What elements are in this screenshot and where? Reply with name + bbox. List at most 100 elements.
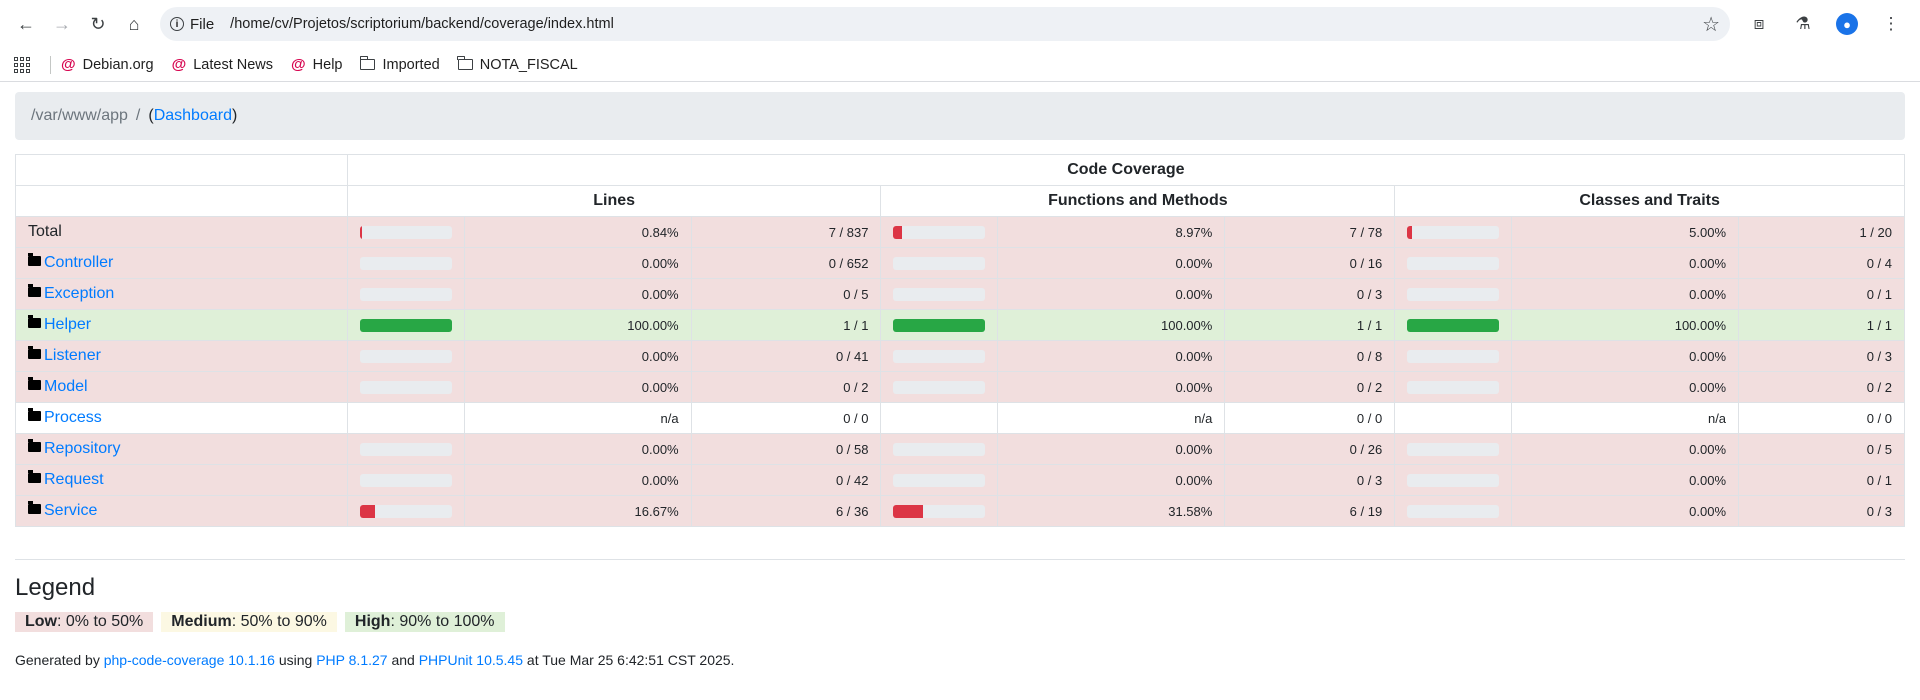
lines-bar-cell bbox=[346, 340, 465, 372]
directory-link[interactable]: Repository bbox=[44, 440, 120, 457]
functions-ratio: 0 / 3 bbox=[1224, 464, 1396, 496]
functions-percent: 0.00% bbox=[997, 433, 1226, 465]
functions-bar-cell bbox=[880, 309, 999, 341]
home-icon[interactable]: ⌂ bbox=[116, 6, 152, 42]
classes-bar-cell bbox=[1394, 216, 1513, 248]
lines-ratio: 0 / 58 bbox=[690, 433, 882, 465]
classes-progress-bar bbox=[1407, 504, 1500, 518]
site-info-label: File bbox=[190, 15, 215, 33]
lines-ratio: 0 / 42 bbox=[690, 464, 882, 496]
address-bar[interactable]: i File /home/cv/Projetos/scriptorium/bac… bbox=[160, 7, 1730, 41]
folder-icon bbox=[28, 377, 41, 390]
bookmark-item[interactable]: @ Debian.org bbox=[61, 56, 154, 73]
functions-progress-bar bbox=[893, 473, 986, 487]
functions-bar-cell bbox=[880, 247, 999, 279]
table-row: Model 0.00% 0 / 2 0.00% 0 / 2 0.00% 0 / 2 bbox=[15, 371, 1905, 403]
profile-avatar-icon[interactable]: ● bbox=[1832, 9, 1862, 39]
legend-title: Legend bbox=[15, 574, 96, 601]
row-name-cell: Helper bbox=[15, 309, 348, 341]
functions-ratio: 1 / 1 bbox=[1224, 309, 1396, 341]
lines-percent: 0.00% bbox=[463, 247, 692, 279]
directory-link[interactable]: Controller bbox=[44, 254, 113, 271]
row-name-cell: Total bbox=[15, 216, 348, 248]
bookmark-item[interactable]: Imported bbox=[359, 56, 440, 73]
legend-low: Low: 0% to 50% bbox=[15, 612, 154, 632]
debian-icon: @ bbox=[61, 56, 76, 73]
directory-link[interactable]: Listener bbox=[44, 347, 101, 364]
folder-icon bbox=[28, 408, 41, 421]
php-code-coverage-link[interactable]: php-code-coverage 10.1.16 bbox=[104, 652, 275, 668]
bookmark-item[interactable]: @ Latest News bbox=[172, 56, 273, 73]
table-row: Repository 0.00% 0 / 58 0.00% 0 / 26 0.00% 0 /… bbox=[15, 433, 1905, 465]
classes-percent: 0.00% bbox=[1511, 371, 1740, 403]
directory-link[interactable]: Model bbox=[44, 378, 88, 395]
classes-progress-bar bbox=[1407, 473, 1500, 487]
php-link[interactable]: PHP 8.1.27 bbox=[316, 652, 387, 668]
browser-toolbar: ← → ↻ ⌂ i File /home/cv/Projetos/scripto… bbox=[0, 0, 1920, 48]
directory-link[interactable]: Exception bbox=[44, 285, 114, 302]
classes-progress-fill bbox=[1407, 318, 1500, 332]
breadcrumb-close-paren: ) bbox=[231, 107, 238, 124]
lines-progress-fill bbox=[359, 225, 362, 239]
classes-percent: n/a bbox=[1511, 402, 1740, 434]
phpunit-link[interactable]: PHPUnit 10.5.45 bbox=[419, 652, 523, 668]
lines-percent: 100.00% bbox=[463, 309, 692, 341]
bookmark-item[interactable]: @ Help bbox=[291, 56, 342, 73]
lines-bar-cell bbox=[346, 464, 465, 496]
functions-percent: 0.00% bbox=[997, 278, 1226, 310]
lines-bar-cell bbox=[346, 309, 465, 341]
reload-icon[interactable]: ↻ bbox=[80, 6, 116, 42]
lines-progress-bar bbox=[359, 287, 452, 301]
directory-link[interactable]: Request bbox=[44, 471, 104, 488]
functions-progress-bar bbox=[893, 504, 986, 518]
classes-bar-cell bbox=[1394, 402, 1513, 434]
table-row: Total 0.84% 7 / 837 8.97% 7 / 78 5.00% 1 / 20 bbox=[15, 216, 1905, 248]
table-row: Request 0.00% 0 / 42 0.00% 0 / 3 0.00% 0 / 1 bbox=[15, 464, 1905, 496]
functions-ratio: 7 / 78 bbox=[1224, 216, 1396, 248]
row-name-cell: Controller bbox=[15, 247, 348, 279]
lines-ratio: 0 / 41 bbox=[690, 340, 882, 372]
bookmark-item[interactable]: NOTA_FISCAL bbox=[457, 56, 578, 73]
dashboard-link[interactable]: Dashboard bbox=[154, 107, 232, 125]
lines-progress-bar bbox=[359, 473, 452, 487]
apps-grid-icon[interactable] bbox=[14, 56, 30, 73]
lines-bar-cell bbox=[346, 247, 465, 279]
site-info-chip[interactable]: i File bbox=[170, 16, 224, 33]
labs-flask-icon[interactable]: ⚗ bbox=[1788, 9, 1818, 39]
directory-link[interactable]: Service bbox=[44, 502, 97, 519]
functions-bar-cell bbox=[880, 216, 999, 248]
row-name-cell: Request bbox=[15, 464, 348, 496]
functions-progress-bar bbox=[893, 256, 986, 270]
row-name-cell: Model bbox=[15, 371, 348, 403]
folder-icon bbox=[359, 56, 376, 70]
classes-bar-cell bbox=[1394, 247, 1513, 279]
breadcrumb-path: /var/www/app bbox=[31, 107, 128, 124]
menu-kebab-icon[interactable]: ⋮ bbox=[1876, 9, 1906, 39]
total-label: Total bbox=[28, 223, 62, 240]
debian-icon: @ bbox=[171, 56, 187, 73]
functions-progress-bar bbox=[893, 442, 986, 456]
coverage-table: Code Coverage Lines Functions and Method… bbox=[15, 154, 1906, 527]
bookmark-star-icon[interactable]: ☆ bbox=[1702, 12, 1720, 37]
functions-percent: n/a bbox=[997, 402, 1226, 434]
classes-bar-cell bbox=[1394, 278, 1513, 310]
forward-arrow-icon[interactable]: → bbox=[44, 6, 80, 42]
functions-bar-cell bbox=[880, 402, 999, 434]
lines-bar-cell bbox=[346, 495, 465, 527]
lines-header: Lines bbox=[346, 185, 882, 217]
functions-percent: 0.00% bbox=[997, 340, 1226, 372]
functions-percent: 0.00% bbox=[997, 464, 1226, 496]
extensions-icon[interactable]: ⧈ bbox=[1744, 9, 1774, 39]
directory-link[interactable]: Helper bbox=[44, 316, 91, 333]
footer-prefix: Generated by bbox=[15, 652, 104, 668]
folder-icon bbox=[28, 315, 41, 328]
lines-percent: n/a bbox=[463, 402, 692, 434]
folder-icon bbox=[28, 470, 41, 483]
directory-link[interactable]: Process bbox=[44, 409, 102, 426]
lines-ratio: 0 / 5 bbox=[690, 278, 882, 310]
classes-progress-bar bbox=[1407, 380, 1500, 394]
classes-bar-cell bbox=[1394, 464, 1513, 496]
url-text[interactable]: /home/cv/Projetos/scriptorium/backend/co… bbox=[230, 16, 1702, 32]
lines-percent: 0.00% bbox=[463, 340, 692, 372]
back-arrow-icon[interactable]: ← bbox=[8, 6, 44, 42]
